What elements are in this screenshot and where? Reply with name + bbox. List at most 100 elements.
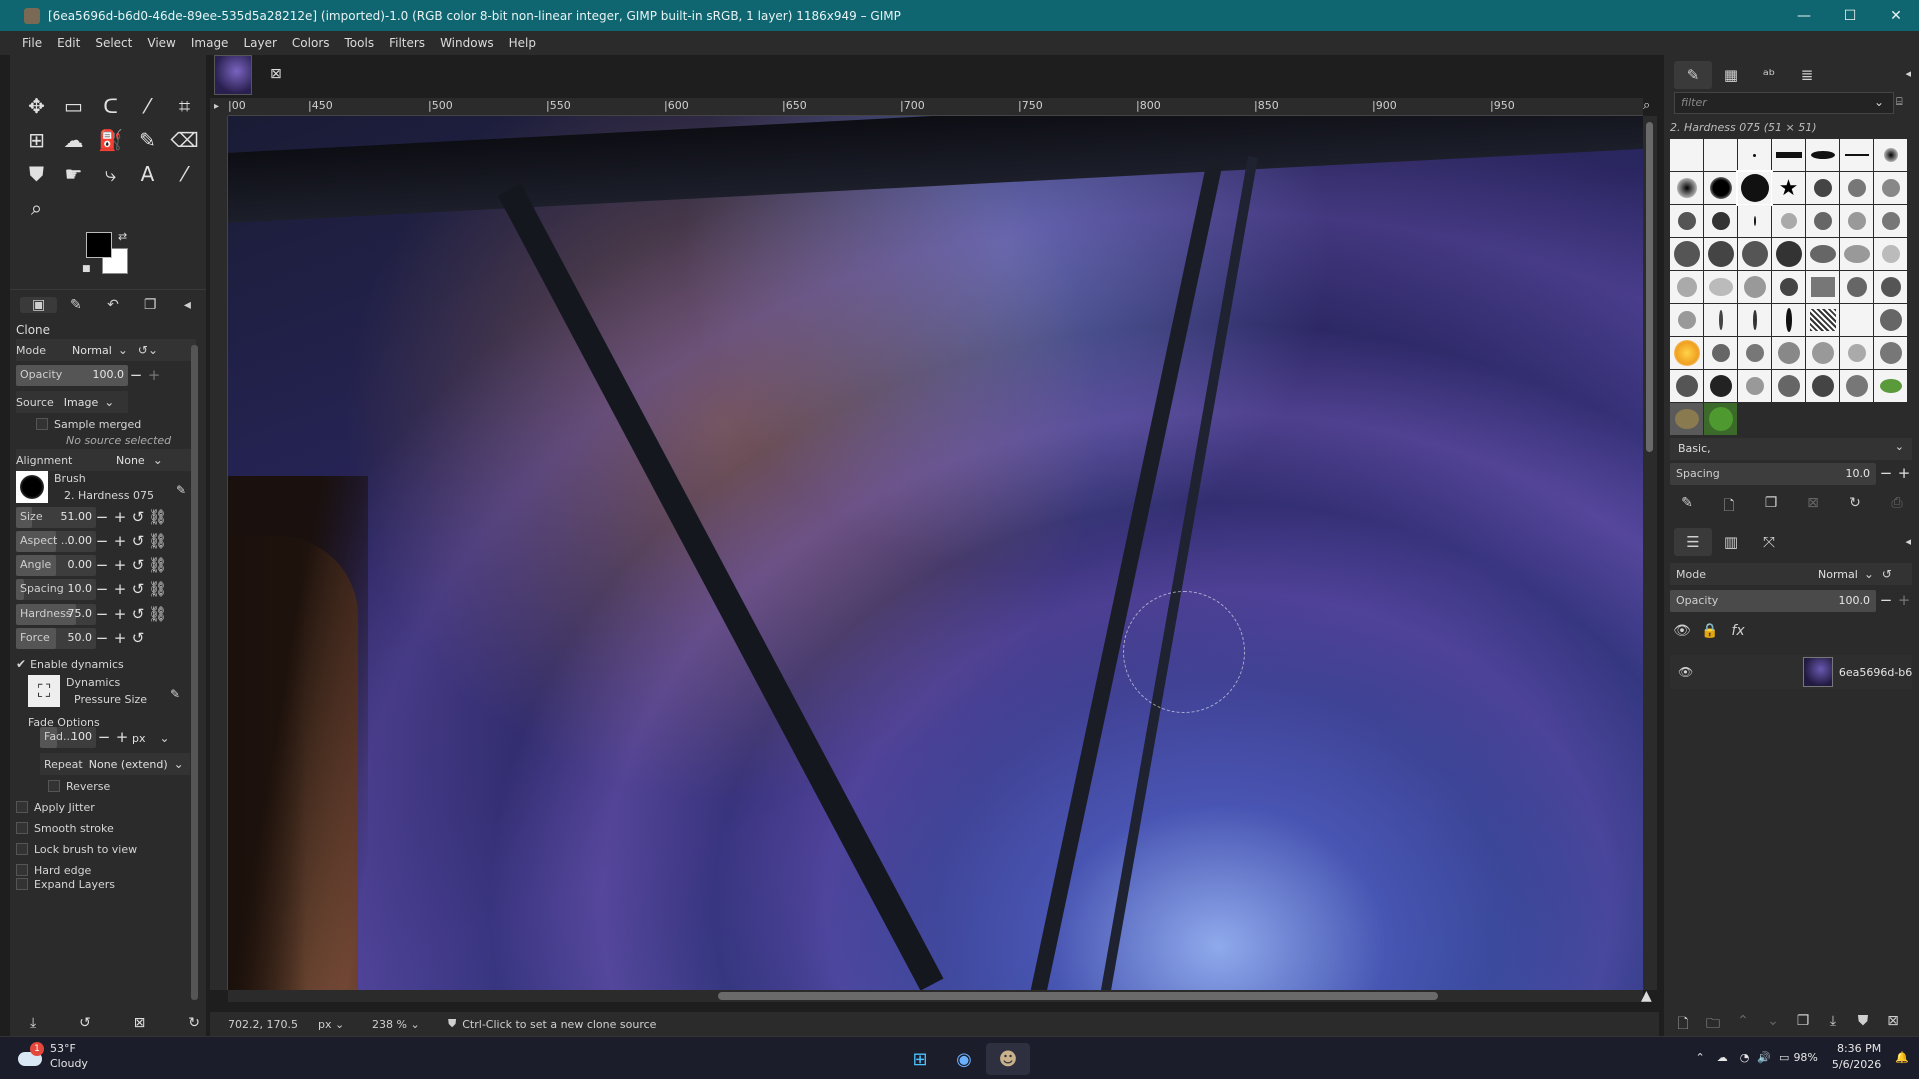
notification-bell-icon[interactable]: 🔔 bbox=[1895, 1051, 1909, 1064]
edit-brush-icon[interactable]: ✎ bbox=[1666, 495, 1708, 519]
brush-thumb[interactable] bbox=[1670, 370, 1703, 402]
brush-thumb[interactable] bbox=[1806, 238, 1839, 270]
maximize-button[interactable]: ☐ bbox=[1827, 0, 1873, 31]
lower-layer-icon[interactable]: ⌄ bbox=[1758, 1013, 1788, 1037]
brush-thumb[interactable] bbox=[1772, 304, 1805, 336]
minimize-button[interactable]: — bbox=[1781, 0, 1827, 31]
layer-opacity-decrease-button[interactable]: − bbox=[1878, 591, 1894, 609]
brush-filter-input[interactable]: filter bbox=[1674, 92, 1894, 114]
size-slider[interactable]: Size 51.00 bbox=[16, 507, 96, 528]
brush-thumb[interactable] bbox=[1772, 271, 1805, 303]
fade-unit-select[interactable]: px ⌄ bbox=[132, 727, 170, 749]
menu-layer[interactable]: Layer bbox=[243, 36, 276, 50]
cloud-sync-icon[interactable]: ☁ bbox=[1717, 1051, 1728, 1064]
brush-thumb[interactable] bbox=[1874, 271, 1907, 303]
link-angle-icon[interactable]: ⛓ bbox=[148, 556, 167, 574]
brushes-tab-icon[interactable]: ✎ bbox=[1674, 61, 1712, 89]
brush-thumb[interactable] bbox=[1840, 271, 1873, 303]
reset-spacing-icon[interactable]: ↺ bbox=[130, 580, 146, 598]
reverse-checkbox[interactable] bbox=[48, 780, 60, 792]
brush-thumb[interactable] bbox=[1738, 337, 1771, 369]
bucket-fill-icon[interactable]: ⛽ bbox=[92, 123, 129, 157]
force-increase-button[interactable]: + bbox=[112, 629, 128, 647]
brush-preset-select[interactable]: Basic, ⌄ bbox=[1670, 438, 1912, 460]
brush-name[interactable]: 2. Hardness 075 bbox=[64, 489, 154, 502]
angle-increase-button[interactable]: + bbox=[112, 556, 128, 574]
brush-thumb[interactable] bbox=[1670, 271, 1703, 303]
clock[interactable]: 8:36 PM 5/6/2026 bbox=[1832, 1041, 1881, 1073]
layer-opacity-increase-button[interactable]: + bbox=[1896, 591, 1912, 609]
tool-options-tab-icon[interactable]: ▣ bbox=[20, 296, 58, 313]
layer-mode-row[interactable]: Mode Normal ⌄ ↺ bbox=[1670, 563, 1912, 585]
brush-thumb[interactable] bbox=[1874, 205, 1907, 237]
menu-colors[interactable]: Colors bbox=[292, 36, 330, 50]
horizontal-scroll-thumb[interactable] bbox=[718, 992, 1438, 1000]
brush-thumb-selected[interactable] bbox=[1736, 170, 1773, 206]
brush-thumb[interactable] bbox=[1806, 370, 1839, 402]
tool-options-scrollbar[interactable] bbox=[191, 345, 198, 1000]
brush-preview[interactable] bbox=[16, 471, 48, 503]
navigate-icon[interactable]: ▲ bbox=[1641, 988, 1652, 1004]
raise-layer-icon[interactable]: ⌃ bbox=[1728, 1013, 1758, 1037]
brush-thumb[interactable] bbox=[1704, 205, 1737, 237]
smudge-icon[interactable]: ☛ bbox=[55, 157, 92, 191]
patterns-tab-icon[interactable]: ▦ bbox=[1712, 61, 1750, 89]
eye-icon[interactable]: 👁 bbox=[1668, 623, 1696, 639]
repeat-row[interactable]: Repeat None (extend) ⌄ bbox=[40, 753, 190, 775]
free-select-icon[interactable]: ᑕ bbox=[92, 89, 129, 123]
vertical-scrollbar[interactable] bbox=[1643, 116, 1657, 990]
edit-brush-icon[interactable]: ✎ bbox=[176, 483, 186, 497]
brush-thumb[interactable] bbox=[1738, 238, 1771, 270]
fuzzy-select-icon[interactable]: ⁄ bbox=[129, 89, 166, 123]
alignment-select[interactable]: None bbox=[116, 454, 145, 467]
brush-thumb[interactable] bbox=[1704, 337, 1737, 369]
volume-icon[interactable]: 🔊 bbox=[1757, 1051, 1771, 1064]
link-aspect-icon[interactable]: ⛓ bbox=[148, 532, 167, 550]
spacing-slider[interactable]: Spacing 10.0 bbox=[16, 579, 96, 600]
fade-increase-button[interactable]: + bbox=[114, 728, 130, 746]
brush-thumb[interactable] bbox=[1806, 139, 1839, 171]
brush-spacing-slider[interactable]: Spacing 10.0 bbox=[1670, 463, 1876, 485]
reset-colors-icon[interactable]: ■ bbox=[82, 264, 91, 274]
sample-merged-checkbox[interactable] bbox=[36, 418, 48, 430]
browser-icon[interactable]: ◉ bbox=[942, 1043, 986, 1075]
menu-file[interactable]: File bbox=[22, 36, 42, 50]
brush-thumb[interactable] bbox=[1840, 304, 1873, 336]
mode-select[interactable]: Normal bbox=[72, 344, 112, 357]
save-preset-icon[interactable]: ⤓ bbox=[30, 1015, 36, 1031]
expand-layers-row[interactable]: Expand Layers bbox=[16, 878, 115, 890]
horizontal-scrollbar[interactable] bbox=[228, 990, 1643, 1002]
rect-select-icon[interactable]: ▭ bbox=[55, 89, 92, 123]
checkmark-icon[interactable]: ✔ bbox=[16, 657, 26, 671]
wifi-icon[interactable]: ◔ bbox=[1740, 1051, 1750, 1064]
brush-thumb[interactable] bbox=[1704, 370, 1737, 402]
angle-decrease-button[interactable]: − bbox=[94, 556, 110, 574]
layer-mode-select[interactable]: Normal bbox=[1818, 568, 1858, 581]
lock-brush-row[interactable]: Lock brush to view bbox=[16, 838, 137, 860]
clone-stamp-icon[interactable]: ⛊ bbox=[18, 157, 55, 191]
force-slider[interactable]: Force 50.0 bbox=[16, 628, 96, 649]
force-decrease-button[interactable]: − bbox=[94, 629, 110, 647]
brush-thumb[interactable] bbox=[1806, 271, 1839, 303]
delete-preset-icon[interactable]: ⊠ bbox=[134, 1015, 146, 1031]
dynamics-preview-icon[interactable]: ⛶ bbox=[28, 675, 60, 707]
source-row[interactable]: Source Image ⌄ bbox=[16, 391, 128, 413]
brush-thumb[interactable] bbox=[1738, 205, 1771, 237]
reverse-row[interactable]: Reverse bbox=[48, 775, 110, 797]
brush-thumb[interactable] bbox=[1840, 370, 1873, 402]
brush-thumb[interactable] bbox=[1704, 403, 1737, 435]
refresh-brushes-icon[interactable]: ↻ bbox=[1834, 495, 1876, 519]
brush-thumb[interactable]: ★ bbox=[1772, 172, 1805, 204]
lock-brush-checkbox[interactable] bbox=[16, 843, 28, 855]
layer-opacity-slider[interactable]: Opacity 100.0 bbox=[1670, 590, 1876, 612]
brush-thumb[interactable] bbox=[1670, 172, 1703, 204]
reset-angle-icon[interactable]: ↺ bbox=[130, 556, 146, 574]
merge-layer-icon[interactable]: ⤓ bbox=[1818, 1013, 1848, 1037]
aspect-decrease-button[interactable]: − bbox=[94, 532, 110, 550]
menu-image[interactable]: Image bbox=[191, 36, 229, 50]
brush-spacing-increase-button[interactable]: + bbox=[1896, 464, 1912, 482]
apply-jitter-checkbox[interactable] bbox=[16, 801, 28, 813]
color-picker-icon[interactable]: ⁄ bbox=[166, 157, 203, 191]
brush-thumb[interactable] bbox=[1772, 139, 1805, 171]
dock-menu-icon[interactable]: ◂ bbox=[1905, 67, 1911, 80]
